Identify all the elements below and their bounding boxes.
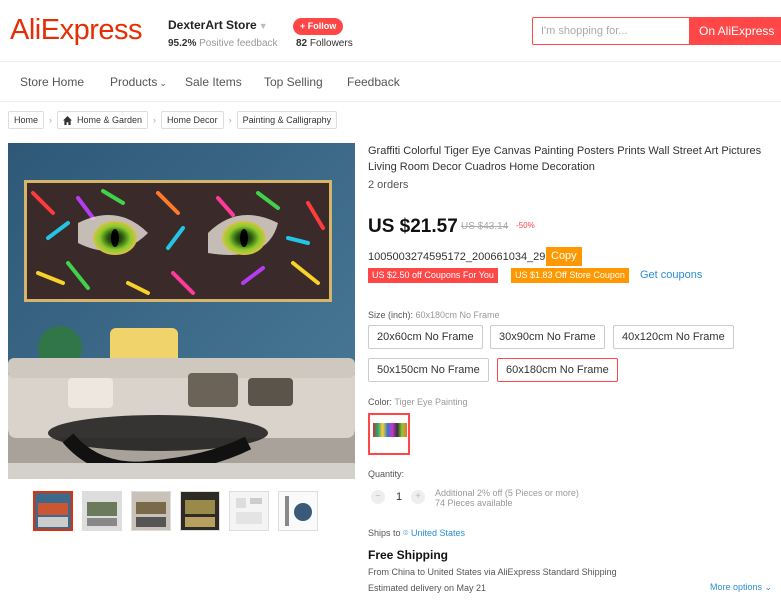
copy-button[interactable]: Copy [546, 247, 582, 266]
nav-products[interactable]: Products ⌄ [110, 75, 167, 89]
nav-store-home[interactable]: Store Home [20, 75, 84, 89]
ships-to-label: Ships to [368, 528, 401, 538]
more-options-label: More options [710, 582, 763, 592]
color-label: Color: Tiger Eye Painting [368, 397, 468, 407]
thumbnail-image [279, 492, 317, 530]
breadcrumb-home-garden[interactable]: Home & Garden [57, 111, 149, 129]
chevron-right-icon: › [153, 115, 157, 125]
breadcrumb-home-garden-label: Home & Garden [77, 114, 143, 125]
search-bar: On AliExpress [532, 17, 781, 45]
coupon-badge-platform[interactable]: US $2.50 off Coupons For You [368, 268, 498, 283]
current-price: US $21.57 [368, 216, 458, 237]
chevron-right-icon: › [49, 115, 53, 125]
chevron-down-icon: ⌄ [159, 78, 167, 88]
shipping-route: From China to United States via AliExpre… [368, 567, 617, 577]
size-selected-value: 60x180cm No Frame [415, 310, 500, 320]
home-icon [63, 115, 73, 125]
quantity-label: Quantity: [368, 469, 405, 479]
thumbnail-image [35, 493, 71, 529]
thumbnail-image [230, 492, 268, 530]
size-option[interactable]: 50x150cm No Frame [368, 358, 489, 382]
size-option-selected[interactable]: 60x180cm No Frame [497, 358, 618, 382]
sku-number: 1005003274595172_200661034_29 [368, 251, 546, 263]
thumbnail-1[interactable] [33, 491, 73, 531]
search-input[interactable] [541, 23, 681, 39]
thumbnail-image [132, 492, 170, 530]
orders-count: 2 orders [368, 179, 409, 191]
size-label-text: Size (inch): [368, 310, 414, 320]
ships-to: Ships to ⌾ United States [368, 528, 465, 539]
nav-sale-items[interactable]: Sale Items [185, 75, 242, 89]
size-option[interactable]: 40x120cm No Frame [613, 325, 734, 349]
free-shipping: Free Shipping [368, 548, 449, 562]
site-header: AliExpress DexterArt Store ▼ 95.2% Positi… [0, 0, 781, 62]
quantity-decrease-button[interactable]: − [371, 490, 385, 504]
product-thumbnails [33, 491, 318, 531]
thumbnail-5[interactable] [229, 491, 269, 531]
ships-to-country[interactable]: United States [411, 528, 465, 538]
breadcrumb-home[interactable]: Home [8, 111, 45, 129]
quantity-value[interactable]: 1 [396, 491, 402, 503]
search-button[interactable]: On AliExpress [689, 17, 781, 45]
size-option[interactable]: 30x90cm No Frame [490, 325, 605, 349]
followers-count: 82 Followers [296, 38, 353, 49]
nav-feedback[interactable]: Feedback [347, 75, 400, 89]
store-name[interactable]: DexterArt Store ▼ [168, 18, 268, 32]
thumbnail-image [181, 492, 219, 530]
store-nav: Store Home Products ⌄ Sale Items Top Sell… [0, 62, 781, 102]
store-feedback: 95.2% Positive feedback [168, 38, 278, 49]
breadcrumb-home-decor[interactable]: Home Decor [161, 111, 224, 129]
color-swatch-selected[interactable] [368, 413, 410, 455]
color-selected-value: Tiger Eye Painting [394, 397, 468, 407]
estimated-delivery: Estimated delivery on May 21 [368, 583, 487, 593]
store-name-text: DexterArt Store [168, 18, 257, 32]
location-pin-icon: ⌾ [403, 528, 409, 538]
feedback-percent: 95.2% [168, 38, 197, 49]
bulk-discount-note: Additional 2% off (5 Pieces or more) [435, 488, 579, 498]
breadcrumb: Home › Home & Garden › Home Decor › Pain… [8, 111, 338, 129]
quantity-increase-button[interactable]: + [411, 490, 425, 504]
discount-badge: -50% [516, 221, 535, 230]
get-coupons-link[interactable]: Get coupons [640, 269, 702, 281]
thumbnail-3[interactable] [131, 491, 171, 531]
aliexpress-logo[interactable]: AliExpress [10, 14, 143, 47]
chevron-down-icon: ⌄ [764, 582, 773, 592]
original-price: US $43.14 [461, 221, 509, 232]
feedback-label: Positive feedback [199, 38, 278, 49]
product-main-image[interactable] [8, 143, 355, 479]
color-swatch-image [373, 423, 407, 437]
coupon-badge-store[interactable]: US $1.83 Off Store Coupon [511, 268, 629, 283]
chevron-right-icon: › [228, 115, 232, 125]
color-label-text: Color: [368, 397, 393, 407]
size-label: Size (inch): 60x180cm No Frame [368, 310, 500, 320]
more-options-link[interactable]: More options ⌄ [710, 582, 772, 593]
stock-available: 74 Pieces available [435, 498, 513, 508]
thumbnail-4[interactable] [180, 491, 220, 531]
nav-top-selling[interactable]: Top Selling [264, 75, 323, 89]
product-title: Graffiti Colorful Tiger Eye Canvas Paint… [368, 145, 762, 173]
quantity-note: Additional 2% off (5 Pieces or more) 74 … [435, 488, 579, 508]
chevron-down-icon: ▼ [258, 21, 268, 31]
breadcrumb-painting[interactable]: Painting & Calligraphy [236, 111, 338, 129]
size-option[interactable]: 20x60cm No Frame [368, 325, 483, 349]
follow-button[interactable]: + Follow [293, 18, 344, 35]
followers-label: Followers [309, 38, 353, 49]
nav-products-label: Products [110, 75, 158, 89]
thumbnail-2[interactable] [82, 491, 122, 531]
thumbnail-image [83, 492, 121, 530]
product-photo [8, 143, 355, 479]
followers-number: 82 [296, 38, 308, 49]
thumbnail-6[interactable] [278, 491, 318, 531]
